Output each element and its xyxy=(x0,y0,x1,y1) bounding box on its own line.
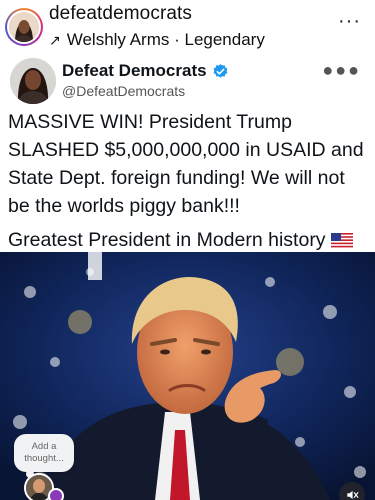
tweet-more-icon: ●●● xyxy=(322,60,361,80)
tweet-handle: @DefeatDemocrats xyxy=(62,83,186,99)
more-options-icon[interactable]: ··· xyxy=(338,10,361,33)
display-name-text: Defeat Democrats xyxy=(62,61,207,80)
add-thought-bubble[interactable]: Add a thought... xyxy=(14,434,74,472)
embedded-tweet: Defeat Democrats @DefeatDemocrats ●●● MA… xyxy=(0,54,375,252)
verified-badge-icon xyxy=(212,63,229,80)
tweet-body: MASSIVE WIN! President Trump SLASHED $5,… xyxy=(8,108,370,256)
audio-track-label: Welshly Arms · Legendary xyxy=(66,30,265,49)
profile-avatar[interactable] xyxy=(5,8,43,46)
post-header: defeatdemocrats ↗ Welshly Arms · Legenda… xyxy=(0,0,375,54)
username[interactable]: defeatdemocrats xyxy=(49,3,192,25)
tweet-author-avatar xyxy=(10,58,56,104)
tweet-display-name: Defeat Democrats xyxy=(62,61,229,81)
tweet-text: MASSIVE WIN! President Trump SLASHED $5,… xyxy=(8,111,364,217)
audio-track-link[interactable]: ↗ Welshly Arms · Legendary xyxy=(49,30,265,50)
add-note-plus-icon[interactable] xyxy=(48,488,64,500)
arrow-up-right-icon: ↗ xyxy=(49,31,61,48)
tweet-text-line2: Greatest President in Modern history xyxy=(8,229,326,251)
